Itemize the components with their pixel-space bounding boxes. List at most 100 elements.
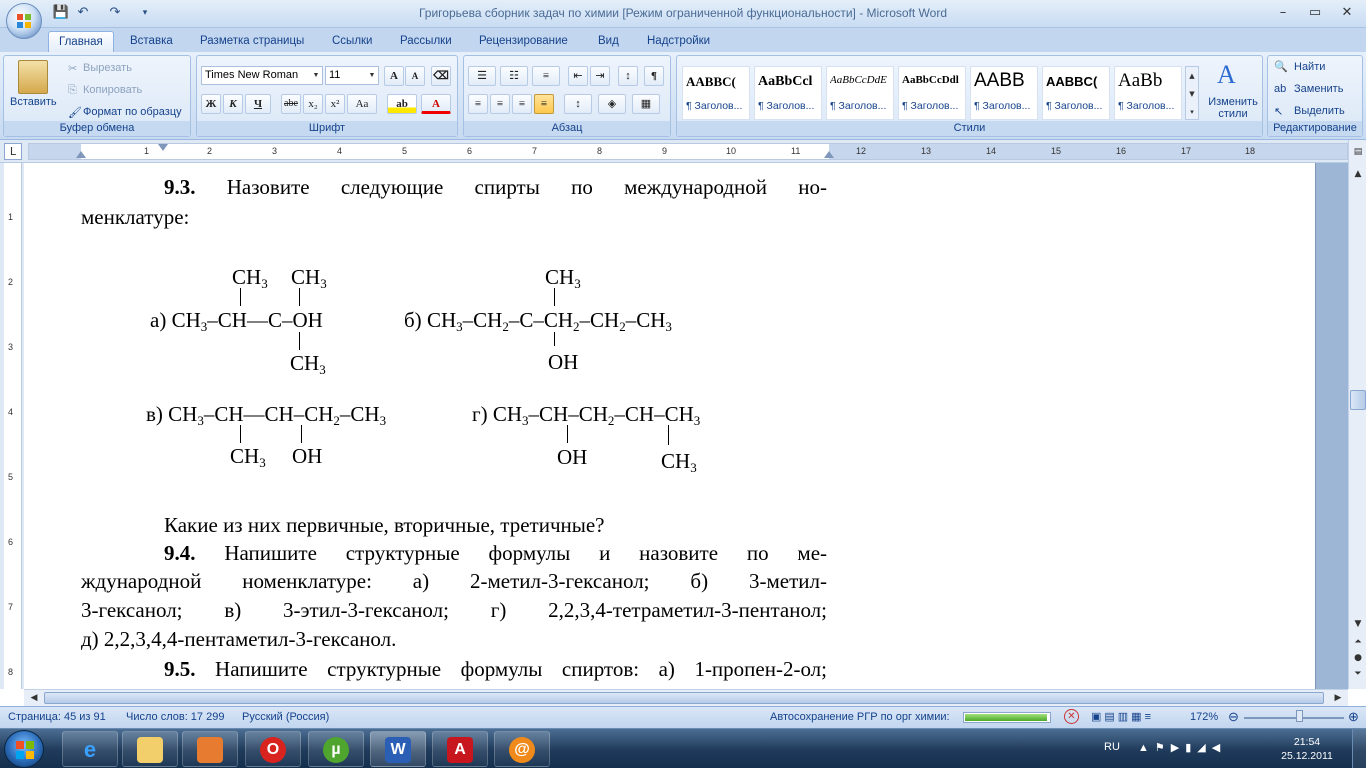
format-painter-button[interactable]: Формат по образцу bbox=[83, 106, 182, 118]
tray-icons[interactable]: ▲⚑▶▮◢◀ bbox=[1138, 741, 1226, 754]
restore-button[interactable]: ▭ bbox=[1302, 3, 1328, 23]
tab-addins[interactable]: Надстройки bbox=[637, 31, 720, 52]
bold-button[interactable]: Ж bbox=[201, 94, 221, 114]
paint-icon[interactable] bbox=[182, 731, 238, 767]
acrobat-icon[interactable]: A bbox=[432, 731, 488, 767]
vertical-scrollbar[interactable]: ▤ ▲ ▼ ⏶ ● ⏷ bbox=[1348, 140, 1366, 689]
mail-icon[interactable]: @ bbox=[494, 731, 550, 767]
tab-home[interactable]: Главная bbox=[48, 31, 114, 52]
close-button[interactable]: ✕ bbox=[1334, 3, 1360, 23]
left-indent-marker[interactable] bbox=[76, 151, 86, 158]
ruler-scale[interactable]: 1 2 3 4 5 6 7 8 9 10 11 12 13 14 15 16 1… bbox=[28, 143, 1348, 160]
view-buttons-icon[interactable]: ▣▤▥▦≡ bbox=[1091, 710, 1154, 723]
gallery-scroll-icon[interactable]: ▲ ▼ ▾ bbox=[1185, 66, 1199, 120]
bond-line bbox=[567, 425, 568, 443]
office-button[interactable] bbox=[6, 3, 42, 39]
language-indicator[interactable]: Русский (Россия) bbox=[242, 711, 329, 723]
style-gallery-item[interactable]: AABBC(¶ Заголов... bbox=[682, 66, 750, 120]
explorer-icon[interactable] bbox=[122, 731, 178, 767]
font-family-select[interactable]: Times New Roman ▼ bbox=[201, 66, 323, 85]
strikethrough-button[interactable]: abe bbox=[281, 94, 301, 114]
justify-icon[interactable]: ≡ bbox=[534, 94, 554, 114]
numbering-icon[interactable]: ☷ bbox=[500, 66, 528, 86]
replace-button[interactable]: Заменить bbox=[1294, 83, 1343, 95]
minimize-button[interactable]: – bbox=[1270, 3, 1296, 23]
first-line-indent-marker[interactable] bbox=[158, 144, 168, 151]
underline-button[interactable]: Ч bbox=[245, 94, 271, 114]
bullets-icon[interactable]: ☰ bbox=[468, 66, 496, 86]
shading-icon[interactable]: ◈ bbox=[598, 94, 626, 114]
tab-review[interactable]: Рецензирование bbox=[469, 31, 578, 52]
increase-indent-icon[interactable]: ⇥ bbox=[590, 66, 610, 86]
utorrent-icon[interactable]: µ bbox=[308, 731, 364, 767]
right-indent-marker[interactable] bbox=[824, 151, 834, 158]
highlight-icon[interactable]: ab bbox=[387, 94, 417, 114]
horizontal-scrollbar[interactable]: ◀ ▶ bbox=[24, 689, 1348, 706]
browse-object-icon[interactable]: ● bbox=[1350, 650, 1366, 666]
decrease-indent-icon[interactable]: ⇤ bbox=[568, 66, 588, 86]
line-spacing-icon[interactable]: ↕ bbox=[564, 94, 592, 114]
previous-page-icon[interactable]: ⏶ bbox=[1350, 634, 1366, 650]
tab-mailings[interactable]: Рассылки bbox=[390, 31, 462, 52]
select-button[interactable]: Выделить bbox=[1294, 105, 1345, 117]
scroll-left-icon[interactable]: ◀ bbox=[26, 690, 42, 706]
zoom-level[interactable]: 172% bbox=[1190, 711, 1218, 723]
superscript-button[interactable]: x² bbox=[325, 94, 345, 114]
subscript-button[interactable]: x₂ bbox=[303, 94, 323, 114]
find-button[interactable]: Найти bbox=[1294, 61, 1325, 73]
document-page[interactable]: 9.3. Назовите следующие спирты по междун… bbox=[24, 163, 1316, 689]
show-marks-icon[interactable]: ¶ bbox=[644, 66, 664, 86]
style-gallery-item[interactable]: AaBbCcDdl ¶ Заголов... bbox=[898, 66, 966, 120]
scroll-up-icon[interactable]: ▲ bbox=[1350, 166, 1366, 182]
vertical-ruler[interactable]: 1 2 3 4 5 6 7 8 bbox=[4, 163, 22, 689]
style-gallery-item[interactable]: AaBbCcDdE ¶ Заголов... bbox=[826, 66, 894, 120]
zoom-thumb[interactable] bbox=[1296, 710, 1303, 722]
scroll-thumb[interactable] bbox=[44, 692, 1324, 704]
align-right-icon[interactable]: ≡ bbox=[512, 94, 532, 114]
tab-view[interactable]: Вид bbox=[588, 31, 629, 52]
word-count[interactable]: Число слов: 17 299 bbox=[126, 711, 224, 723]
zoom-out-icon[interactable]: ⊖ bbox=[1228, 709, 1239, 725]
scroll-down-icon[interactable]: ▼ bbox=[1350, 616, 1366, 632]
multilevel-list-icon[interactable]: ≡ bbox=[532, 66, 560, 86]
shrink-font-button[interactable]: A bbox=[405, 66, 425, 86]
language-indicator[interactable]: RU bbox=[1104, 741, 1120, 753]
italic-button[interactable]: К bbox=[223, 94, 243, 114]
page-indicator[interactable]: Страница: 45 из 91 bbox=[8, 711, 106, 723]
scroll-right-icon[interactable]: ▶ bbox=[1330, 690, 1346, 706]
clear-format-button[interactable]: ⌫ bbox=[431, 66, 451, 86]
next-page-icon[interactable]: ⏷ bbox=[1350, 666, 1366, 682]
font-size-select[interactable]: 11 ▼ bbox=[325, 66, 379, 85]
align-center-icon[interactable]: ≡ bbox=[490, 94, 510, 114]
ruler-toggle-icon[interactable]: ▤ bbox=[1350, 144, 1366, 160]
tab-references[interactable]: Ссылки bbox=[322, 31, 383, 52]
clock[interactable]: 21:54 25.12.2011 bbox=[1272, 735, 1342, 763]
tab-insert[interactable]: Вставка bbox=[120, 31, 183, 52]
align-left-icon[interactable]: ≡ bbox=[468, 94, 488, 114]
word-icon[interactable]: W bbox=[370, 731, 426, 767]
ie-icon[interactable]: e bbox=[62, 731, 118, 767]
zoom-in-icon[interactable]: ⊕ bbox=[1348, 709, 1359, 725]
change-styles-button[interactable]: Изменить стили bbox=[1203, 96, 1263, 120]
change-case-button[interactable]: Aa bbox=[347, 94, 377, 114]
zoom-slider[interactable] bbox=[1244, 717, 1344, 719]
cancel-icon[interactable]: ✕ bbox=[1064, 709, 1079, 724]
paste-button[interactable]: Вставить bbox=[10, 96, 57, 108]
opera-icon[interactable]: O bbox=[245, 731, 301, 767]
tab-selector-button[interactable]: L bbox=[4, 143, 22, 160]
cut-button[interactable]: Вырезать bbox=[83, 62, 132, 74]
show-desktop-button[interactable] bbox=[1352, 729, 1366, 768]
style-gallery-item[interactable]: AaBb ¶ Заголов... bbox=[1114, 66, 1182, 120]
grow-font-button[interactable]: A bbox=[384, 66, 404, 86]
sort-icon[interactable]: ↕ bbox=[618, 66, 638, 86]
font-color-icon[interactable]: A bbox=[421, 94, 451, 114]
tab-page-layout[interactable]: Разметка страницы bbox=[190, 31, 314, 52]
style-gallery-item[interactable]: AaBbCcl ¶ Заголов... bbox=[754, 66, 822, 120]
paste-icon[interactable] bbox=[18, 60, 48, 94]
style-gallery-item[interactable]: AABB ¶ Заголов... bbox=[970, 66, 1038, 120]
borders-icon[interactable]: ▦ bbox=[632, 94, 660, 114]
style-gallery-item[interactable]: AABBC(¶ Заголов... bbox=[1042, 66, 1110, 120]
start-button[interactable] bbox=[4, 730, 44, 768]
scroll-thumb[interactable] bbox=[1350, 390, 1366, 410]
copy-button[interactable]: Копировать bbox=[83, 84, 142, 96]
